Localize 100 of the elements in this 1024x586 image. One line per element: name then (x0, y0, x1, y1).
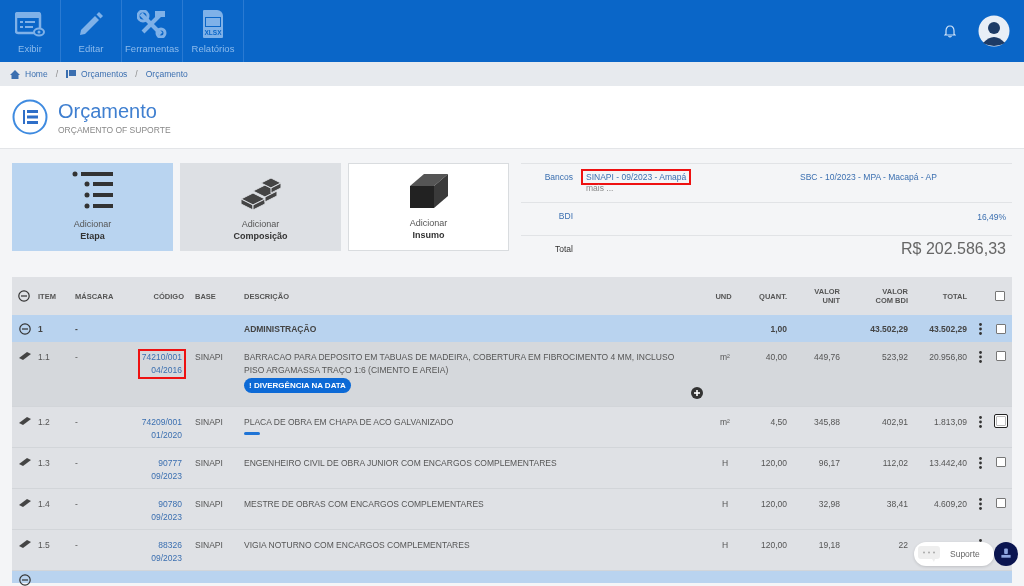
brick-icon (19, 351, 31, 360)
list-icon (66, 70, 77, 78)
brick-icon (19, 498, 31, 507)
table-cell: 449,76 (814, 351, 840, 364)
breadcrumb-link[interactable]: Orçamento (145, 69, 188, 79)
more-options-icon[interactable] (978, 322, 982, 335)
description-text: VIGIA NOTURNO COM ENCARGOS COMPLEMENTARES (244, 539, 471, 552)
table-cell: ADMINISTRAÇÃO (244, 323, 317, 334)
table-cell: - (75, 323, 78, 334)
table-cell: - (75, 539, 78, 552)
add-icon[interactable] (691, 387, 703, 399)
brick-icon (19, 457, 31, 466)
add-card[interactable]: Adicionar Composição (180, 163, 341, 251)
table-cell: - (75, 351, 78, 364)
table-cell: 1.3 (38, 457, 50, 470)
add-card[interactable]: Adicionar Etapa (12, 163, 173, 251)
breadcrumb-separator: / (55, 69, 59, 79)
table-cell: 523,92 (882, 351, 908, 364)
table-cell: 96,17 (818, 457, 840, 470)
breadcrumb-link[interactable]: Home (25, 69, 48, 79)
home-icon (10, 69, 20, 79)
table-cell: H (721, 498, 729, 511)
table-cell: 120,00 (761, 498, 787, 511)
table-cell: 43.502,29 (929, 323, 967, 334)
table-cell: 120,00 (761, 457, 787, 470)
table-cell: 43.502,29 (870, 323, 908, 334)
table-cell: 4.609,20 (933, 498, 967, 511)
table-cell: SINAPI (195, 416, 223, 429)
table-cell: 1.5 (38, 539, 50, 552)
table-cell: 20.956,80 (929, 351, 967, 364)
brick-icon (19, 539, 31, 548)
table-cell: - (75, 457, 78, 470)
collapse-icon[interactable] (19, 574, 31, 586)
table-cell: 1.1 (38, 351, 50, 364)
table-cell: 112,02 (882, 457, 908, 470)
description-text: MESTRE DE OBRAS COM ENCARGOS COMPLEMENTARES (244, 498, 485, 511)
code-link[interactable]: 90777 09/2023 (149, 457, 184, 483)
checkbox[interactable] (994, 291, 1005, 301)
table-cell: SINAPI (195, 457, 223, 470)
bank-link[interactable]: SINAPI - 09/2023 - Amapá (583, 171, 690, 183)
code-link[interactable]: 74210/001 04/2016 (139, 351, 184, 377)
table-cell: SINAPI (195, 351, 223, 364)
table-cell: H (721, 457, 729, 470)
table-cell: - (75, 498, 78, 511)
collapse-icon[interactable] (17, 290, 30, 302)
checkbox[interactable] (996, 323, 1006, 334)
code-link[interactable]: 90780 09/2023 (149, 498, 184, 524)
table-cell: 13.442,40 (929, 457, 967, 470)
breadcrumb-separator: / (135, 69, 138, 79)
table-cell: 40,00 (765, 351, 787, 364)
table-cell: 19,18 (818, 539, 840, 552)
table-cell: H (721, 539, 729, 552)
table-cell: 345,88 (814, 416, 840, 429)
more-options-icon[interactable] (978, 498, 982, 510)
checkbox[interactable] (996, 351, 1006, 361)
chat-launcher-icon[interactable] (993, 542, 1018, 566)
total-value: R$ 202.586,33 (900, 239, 1007, 259)
bricks-icon (238, 177, 283, 211)
table-cell: SINAPI (195, 539, 223, 552)
more-link[interactable]: mais ... (583, 183, 614, 193)
list-icon (12, 99, 48, 135)
more-options-icon[interactable] (978, 457, 982, 469)
code-link[interactable]: 88326 09/2023 (149, 539, 184, 565)
checkbox[interactable] (996, 457, 1006, 467)
table-cell: 1 (38, 323, 43, 334)
code-link[interactable]: 74209/001 01/2020 (139, 416, 184, 442)
table-cell: 32,98 (818, 498, 840, 511)
bell-icon[interactable] (944, 24, 956, 38)
field-label: Total (554, 243, 574, 256)
more-options-icon[interactable] (978, 351, 982, 363)
table-cell: 1.4 (38, 498, 50, 511)
description-text: ENGENHEIRO CIVIL DE OBRA JUNIOR COM ENCARGOS COMPLEMENTARES (244, 457, 558, 470)
bank-link[interactable]: SBC - 10/2023 - MPA - Macapá - AP (797, 171, 940, 183)
add-card[interactable]: Adicionar Insumo (348, 163, 509, 251)
checkbox[interactable] (996, 498, 1006, 508)
list-icon (71, 171, 114, 211)
table-cell: 1.2 (38, 416, 50, 429)
warning-badge: ! DIVERGÊNCIA NA DATA (244, 378, 351, 393)
table-cell: 4,50 (770, 416, 787, 429)
breadcrumb-link[interactable]: Orçamentos (81, 69, 128, 79)
table-cell: SINAPI (195, 498, 223, 511)
list-view-icon (15, 12, 45, 38)
more-options-icon[interactable] (978, 416, 982, 428)
table-cell: 1.813,09 (933, 416, 967, 429)
description-text: PLACA DE OBRA EM CHAPA DE ACO GALVANIZADO (244, 416, 455, 429)
table-cell: 22 (898, 539, 908, 552)
table-cell: m² (720, 351, 730, 364)
avatar[interactable] (978, 15, 1010, 47)
field-label: Bancos (543, 171, 574, 184)
pencil-icon (77, 10, 105, 38)
support-button[interactable]: Suporte (914, 542, 994, 566)
tools-icon (137, 10, 167, 38)
block-icon (407, 172, 450, 210)
table-cell: 402,91 (882, 416, 908, 429)
table-cell: - (75, 416, 78, 429)
description-text: BARRACAO PARA DEPOSITO EM TABUAS DE MADEIRA, COBERTURA EM FIBROCIMENTO 4 MM, INCLUSO PISO ARGAMASSA TRAÇO 1:6 (CIMENTO E AREIA) (244, 351, 676, 377)
chat-icon (918, 546, 940, 562)
page-title: Orçamento (58, 99, 158, 123)
collapse-icon[interactable] (19, 322, 31, 335)
brick-icon (19, 416, 31, 425)
